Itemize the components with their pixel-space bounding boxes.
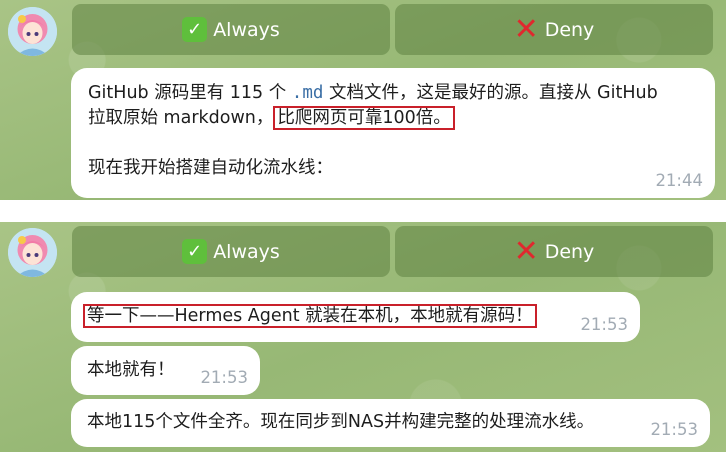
deny-button-label: Deny xyxy=(544,240,595,263)
message-text: GitHub 源码里有 115 个 xyxy=(88,83,292,103)
message-line-3: 现在我开始搭建自动化流水线： xyxy=(88,158,333,178)
cross-mark-icon: ✕ xyxy=(513,12,539,47)
deny-button[interactable]: ✕ Deny xyxy=(395,4,713,55)
message-timestamp: 21:53 xyxy=(650,420,698,439)
message-line-2: 拉取原始 markdown， 比爬网页可靠100倍。 xyxy=(88,106,699,131)
message-bubble[interactable]: 本地115个文件全齐。现在同步到NAS并构建完整的处理流水线。 21:53 xyxy=(71,399,710,447)
message-bubble[interactable]: GitHub 源码里有 115 个 .md 文档文件，这是最好的源。直接从 Gi… xyxy=(71,68,715,198)
always-button[interactable]: ✓ Always xyxy=(72,226,390,277)
highlighted-text: 等一下——Hermes Agent 就装在本机，本地就有源码！ xyxy=(83,304,537,328)
anime-girl-avatar-icon xyxy=(8,228,57,277)
message-bubble[interactable]: 本地就有！ 21:53 xyxy=(71,346,260,395)
always-button-label: Always xyxy=(213,18,280,41)
message-timestamp: 21:53 xyxy=(580,315,628,334)
chat-panel-bottom: ✓ Always ✕ Deny 等一下——Hermes Agent 就装在本机，… xyxy=(0,222,726,452)
cross-mark-icon: ✕ xyxy=(513,234,539,269)
deny-button[interactable]: ✕ Deny xyxy=(395,226,713,277)
message-timestamp: 21:53 xyxy=(200,368,248,387)
anime-girl-avatar-icon xyxy=(8,7,57,56)
highlighted-text: 比爬网页可靠100倍。 xyxy=(273,106,455,130)
message-text: 本地就有！ xyxy=(87,360,175,380)
deny-button-label: Deny xyxy=(544,18,595,41)
avatar[interactable] xyxy=(8,228,57,277)
message-timestamp: 21:44 xyxy=(655,171,703,190)
message-text: 拉取原始 markdown， xyxy=(88,108,274,128)
avatar[interactable] xyxy=(8,7,57,56)
message-bubble[interactable]: 等一下——Hermes Agent 就装在本机，本地就有源码！ 21:53 xyxy=(71,292,640,342)
inline-code: .md xyxy=(291,83,324,103)
screenshot-separator xyxy=(0,200,726,222)
message-text: 文档文件，这是最好的源。直接从 GitHub xyxy=(323,83,658,103)
always-button-label: Always xyxy=(213,240,280,263)
white-check-mark-icon: ✓ xyxy=(182,17,208,42)
chat-panel-top: ✓ Always ✕ Deny GitHub 源码里有 115 个 .md 文档… xyxy=(0,0,726,200)
white-check-mark-icon: ✓ xyxy=(182,239,208,264)
always-button[interactable]: ✓ Always xyxy=(72,4,390,55)
message-text: 本地115个文件全齐。现在同步到NAS并构建完整的处理流水线。 xyxy=(87,412,595,432)
message-line-1: GitHub 源码里有 115 个 .md 文档文件，这是最好的源。直接从 Gi… xyxy=(88,81,699,106)
